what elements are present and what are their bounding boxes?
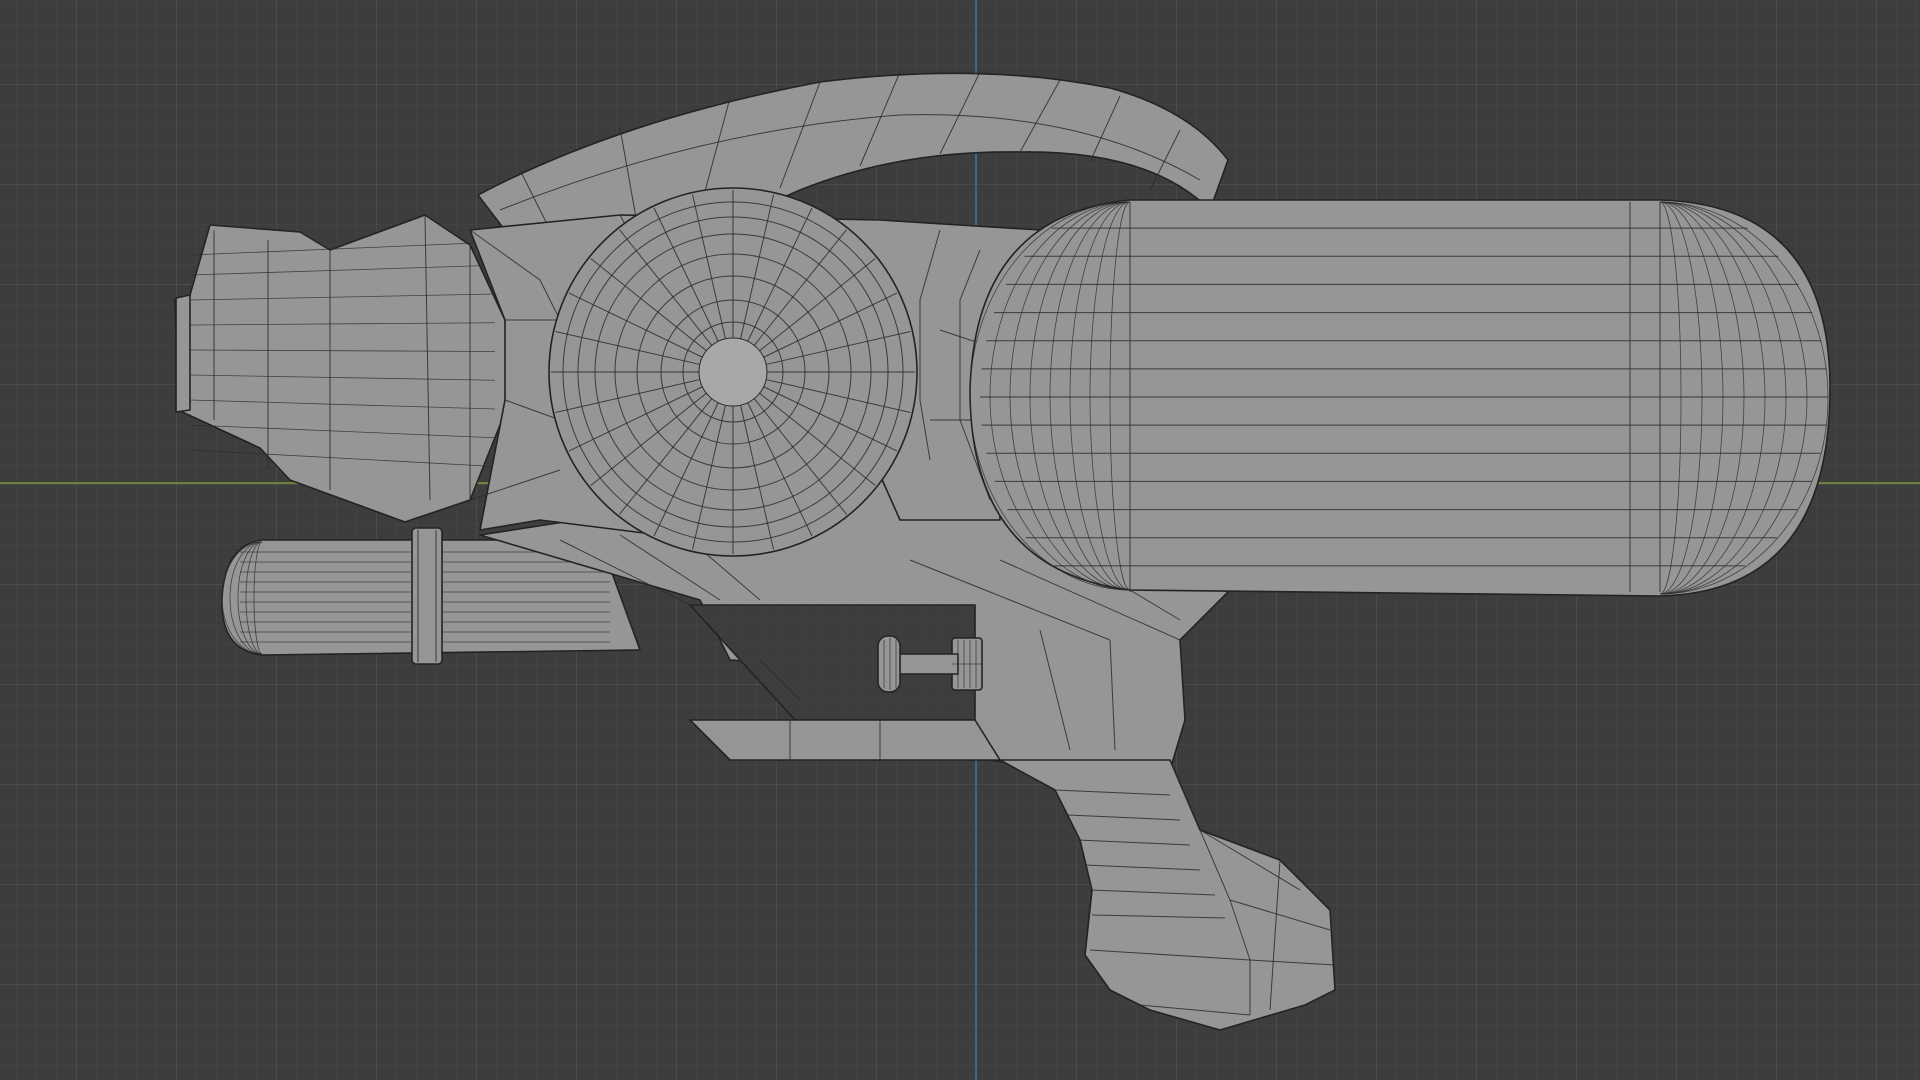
pressure-dial[interactable] <box>548 187 918 557</box>
frame-lower-bar <box>689 719 1001 761</box>
3d-viewport[interactable] <box>0 0 1920 1080</box>
water-tank[interactable] <box>969 199 1831 597</box>
